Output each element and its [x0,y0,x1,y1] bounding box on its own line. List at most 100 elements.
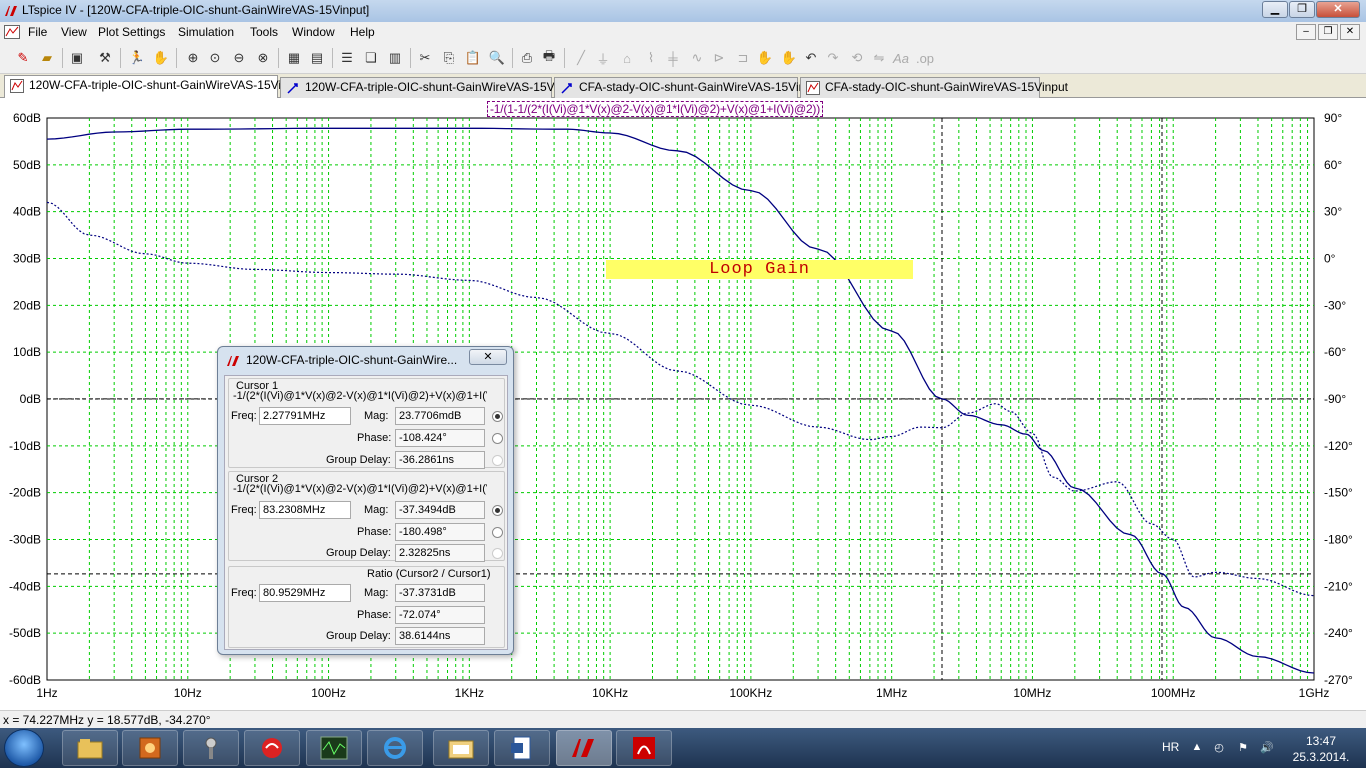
ground-icon[interactable]: ⏚ [594,49,612,67]
zoom-in-icon[interactable]: ⊕ [184,49,202,67]
menu-tools[interactable]: Tools [250,25,278,39]
rotate-icon[interactable]: ⟲ [848,49,866,67]
print-preview-icon[interactable]: ⎙ [518,49,536,67]
cursor-dialog[interactable]: 120W-CFA-triple-OIC-shunt-GainWire... ✕ … [217,346,514,655]
cursor-dialog-close-button[interactable]: ✕ [469,349,507,365]
mdi-restore-button[interactable]: ❐ [1318,24,1338,40]
paste-icon[interactable]: 📋 [464,49,482,67]
cascade-icon[interactable]: ❏ [362,49,380,67]
menu-simulation[interactable]: Simulation [178,25,234,39]
halt-icon[interactable]: ✋ [152,49,170,67]
print-icon[interactable]: 🖶 [540,48,558,67]
mirror-icon[interactable]: ⇋ [870,49,888,67]
ratio-group: Ratio (Cursor2 / Cursor1) Freq: 80.9529M… [228,566,505,648]
volume-icon[interactable]: 🔊 [1260,741,1274,755]
cursor2-freq-field[interactable]: 83.2308MHz [259,501,351,519]
clock-date[interactable]: 25.3.2014. [1290,750,1352,764]
app-taskbar-icon[interactable] [122,730,178,766]
minimize-button[interactable]: ▁ [1262,1,1288,18]
cut-icon[interactable]: ✂ [416,49,434,67]
copy-icon[interactable]: ⎘ [440,49,458,67]
control-panel-icon[interactable]: ⚒ [96,49,114,67]
autorange-icon[interactable]: ▦ [285,49,303,67]
resistor-icon[interactable]: ⌇ [642,49,660,67]
menu-plot-settings[interactable]: Plot Settings [98,25,165,39]
trace-expression[interactable]: -1/(1-1/(2*(I(Vi)@1*V(x)@2-V(x)@1*I(Vi)@… [487,101,824,117]
folder-taskbar-icon[interactable] [433,730,489,766]
pdf-reader-taskbar-icon[interactable] [616,730,672,766]
mdi-minimize-button[interactable]: – [1296,24,1316,40]
tab-plot-120w[interactable]: 120W-CFA-triple-OIC-shunt-GainWireVAS-15… [4,75,304,99]
y2-tick-label: 60° [1324,158,1342,172]
inductor-icon[interactable]: ∿ [688,49,706,67]
internet-explorer-icon[interactable] [367,730,423,766]
ltspice-taskbar-icon[interactable] [556,730,612,766]
cursor1-mag-radio[interactable] [492,411,503,422]
move-icon[interactable]: ✋ [756,49,774,67]
tab-plot-cfa-stady[interactable]: CFA-stady-OIC-shunt-GainWireVAS-15Vinput [800,77,1068,98]
document-taskbar-icon[interactable] [494,730,550,766]
ratio-freq-field[interactable]: 80.9529MHz [259,584,351,602]
y-tick-label: 50dB [13,158,41,172]
menu-help[interactable]: Help [350,25,375,39]
cursor1-mag-value: 23.7706mdB [395,407,485,425]
ratio-freq-label: Freq: [231,587,257,599]
cursor-position-readout: x = 74.227MHz y = 18.577dB, -34.270° [3,713,211,727]
security-taskbar-icon[interactable] [244,730,300,766]
wire-icon[interactable]: ╱ [572,49,590,67]
clock-time[interactable]: 13:47 [1296,734,1346,748]
label-net-icon[interactable]: ⌂ [618,49,636,67]
tools-taskbar-icon[interactable] [183,730,239,766]
cursor1-gd-radio[interactable] [492,455,503,466]
tile-vertical-icon[interactable]: ▥ [386,49,404,67]
drag-icon[interactable]: ✋ [780,49,798,67]
menu-file[interactable]: File [28,25,47,39]
ratio-gd-label: Group Delay: [326,630,391,642]
cursor2-phase-radio[interactable] [492,527,503,538]
open-folder-icon[interactable]: ▰ [38,49,56,67]
plot-window-icon[interactable] [4,25,20,39]
save-icon[interactable]: ▣ [68,49,86,67]
redo-icon[interactable]: ↷ [824,49,842,67]
y2-tick-label: 0° [1324,252,1336,266]
tab-label: 120W-CFA-triple-OIC-shunt-GainWireVAS-15… [29,78,305,92]
cursor2-gd-radio[interactable] [492,548,503,559]
cursor1-phase-radio[interactable] [492,433,503,444]
cursor2-mag-radio[interactable] [492,505,503,516]
close-button[interactable]: ✕ [1316,1,1360,18]
x-tick-label: 100Hz [311,686,346,700]
tab-schematic-cfa-stady[interactable]: CFA-stady-OIC-shunt-GainWireVAS-15Vinput [554,77,822,98]
undo-icon[interactable]: ↶ [802,49,820,67]
show-hidden-icons-icon[interactable]: ▲ [1190,741,1204,755]
capacitor-icon[interactable]: ╪ [664,49,682,67]
add-trace-icon[interactable]: ▤ [308,49,326,67]
oscilloscope-taskbar-icon[interactable] [306,730,362,766]
action-center-icon[interactable]: ⚑ [1236,741,1250,755]
mdi-close-button[interactable]: ✕ [1340,24,1360,40]
explorer-taskbar-icon[interactable] [62,730,118,766]
pan-icon[interactable]: ⊙ [206,49,224,67]
run-icon[interactable]: 🏃 [128,49,146,67]
zoom-out-icon[interactable]: ⊖ [230,49,248,67]
text-icon[interactable]: Aa [892,49,910,67]
tab-schematic-120w[interactable]: 120W-CFA-triple-OIC-shunt-GainWireVAS-15… [280,77,580,98]
zoom-fit-icon[interactable]: ⊗ [254,49,272,67]
component-icon[interactable]: ⊐ [734,49,752,67]
y-tick-label: -20dB [9,486,41,500]
spice-directive-icon[interactable]: .op [916,49,934,67]
waveform-plot[interactable]: 60dB 50dB 40dB 30dB 20dB 10dB 0dB -10dB -20dB -30… [0,98,1366,710]
tile-horizontal-icon[interactable]: ☰ [338,49,356,67]
input-language[interactable]: HR [1162,740,1179,754]
diode-icon[interactable]: ⊳ [710,49,728,67]
start-button[interactable] [4,729,44,767]
restore-button[interactable]: ❐ [1289,1,1315,18]
cursor1-freq-field[interactable]: 2.27791MHz [259,407,351,425]
bode-plot-svg[interactable]: 60dB 50dB 40dB 30dB 20dB 10dB 0dB -10dB -20dB -30… [0,98,1366,710]
find-icon[interactable]: 🔍 [488,49,506,67]
new-schematic-icon[interactable]: ✎ [14,49,32,67]
y2-tick-label: 90° [1324,111,1342,125]
menu-view[interactable]: View [61,25,87,39]
menu-window[interactable]: Window [292,25,335,39]
sync-icon[interactable]: ◴ [1212,741,1226,755]
schematic-tab-icon [561,83,572,94]
